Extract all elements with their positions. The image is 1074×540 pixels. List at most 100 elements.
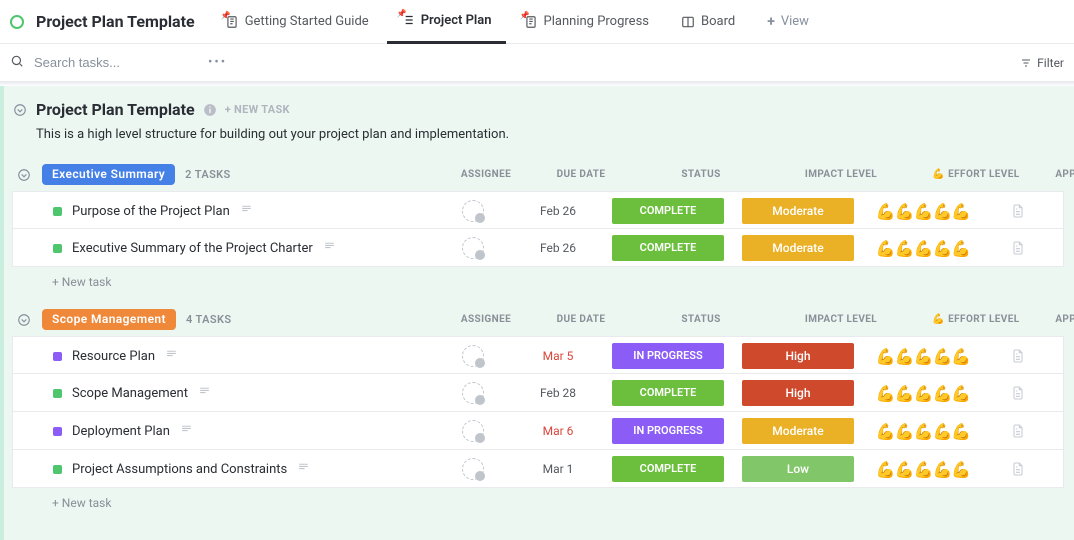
description-icon[interactable] [297, 461, 310, 478]
status-badge[interactable]: COMPLETE [612, 235, 724, 261]
task-name-cell: Executive Summary of the Project Charter [13, 240, 433, 257]
list-header: Project Plan Template + NEW TASK [12, 94, 1064, 123]
status-badge[interactable]: COMPLETE [612, 456, 724, 482]
add-view-button[interactable]: + View [753, 14, 823, 30]
task-name[interactable]: Executive Summary of the Project Charter [72, 241, 313, 256]
list-title: Project Plan Template [36, 100, 195, 119]
doc-icon: 📌 [524, 15, 538, 29]
col-status: STATUS [636, 169, 766, 180]
col-appendix: APPENDIX [1046, 169, 1074, 180]
assignee-placeholder-icon [462, 420, 484, 442]
status-badge[interactable]: IN PROGRESS [612, 418, 724, 444]
impact-badge[interactable]: Moderate [742, 198, 854, 224]
assignee-placeholder-icon [462, 382, 484, 404]
col-assignee: ASSIGNEE [446, 314, 526, 325]
status-square-icon[interactable] [53, 427, 62, 436]
assignee-placeholder-icon [462, 237, 484, 259]
assignee-placeholder-icon [462, 200, 484, 222]
tab-project-plan[interactable]: 📌 Project Plan [387, 0, 506, 44]
status-square-icon[interactable] [53, 207, 62, 216]
description-icon[interactable] [198, 385, 211, 402]
status-badge[interactable]: IN PROGRESS [612, 343, 724, 369]
task-row[interactable]: Resource Plan Mar 5 IN PROGRESS High 💪💪💪💪💪 [12, 336, 1064, 374]
group-badge[interactable]: Executive Summary [42, 164, 175, 185]
status-square-icon[interactable] [53, 465, 62, 474]
task-name[interactable]: Project Assumptions and Constraints [72, 462, 287, 477]
tab-board[interactable]: Board [667, 0, 749, 44]
status-square-icon[interactable] [53, 244, 62, 253]
assignee-cell[interactable] [433, 420, 513, 442]
new-task-button[interactable]: + New task [12, 488, 1064, 510]
task-name-cell: Deployment Plan [13, 423, 433, 440]
effort-level[interactable]: 💪💪💪💪💪 [863, 202, 983, 221]
effort-level[interactable]: 💪💪💪💪💪 [863, 460, 983, 479]
col-impact: IMPACT LEVEL [776, 314, 906, 325]
impact-badge[interactable]: Low [742, 456, 854, 482]
appendix-button[interactable] [983, 461, 1053, 477]
filter-button[interactable]: Filter [1020, 56, 1064, 70]
due-date[interactable]: Mar 1 [513, 462, 603, 476]
description-icon[interactable] [240, 203, 253, 220]
status-square-icon[interactable] [53, 389, 62, 398]
task-name[interactable]: Scope Management [72, 386, 188, 401]
info-icon[interactable] [203, 103, 217, 117]
description-icon[interactable] [165, 348, 178, 365]
impact-badge[interactable]: High [742, 343, 854, 369]
assignee-cell[interactable] [433, 382, 513, 404]
task-row[interactable]: Executive Summary of the Project Charter… [12, 229, 1064, 267]
status-badge[interactable]: COMPLETE [612, 380, 724, 406]
task-group: Executive Summary2 TASKSASSIGNEEDUE DATE… [12, 160, 1064, 289]
appendix-button[interactable] [983, 423, 1053, 439]
col-impact: IMPACT LEVEL [776, 169, 906, 180]
task-row[interactable]: Deployment Plan Mar 6 IN PROGRESS Moderate 💪… [12, 412, 1064, 450]
task-name[interactable]: Deployment Plan [72, 424, 170, 439]
task-count: 4 TASKS [186, 313, 232, 326]
assignee-cell[interactable] [433, 237, 513, 259]
new-task-button[interactable]: + New task [12, 267, 1064, 289]
appendix-button[interactable] [983, 348, 1053, 364]
appendix-button[interactable] [983, 203, 1053, 219]
impact-badge[interactable]: High [742, 380, 854, 406]
description-icon[interactable] [180, 423, 193, 440]
col-effort: 💪 EFFORT LEVEL [916, 169, 1036, 180]
effort-level[interactable]: 💪💪💪💪💪 [863, 384, 983, 403]
tab-planning-progress[interactable]: 📌 Planning Progress [510, 0, 663, 44]
effort-level[interactable]: 💪💪💪💪💪 [863, 239, 983, 258]
due-date[interactable]: Feb 28 [513, 386, 603, 400]
assignee-cell[interactable] [433, 345, 513, 367]
impact-badge[interactable]: Moderate [742, 418, 854, 444]
task-row[interactable]: Scope Management Feb 28 COMPLETE High 💪💪💪💪💪 [12, 374, 1064, 412]
description-icon[interactable] [323, 240, 336, 257]
collapse-list-button[interactable] [12, 102, 28, 118]
group-header: Executive Summary2 TASKSASSIGNEEDUE DATE… [12, 160, 1064, 191]
due-date[interactable]: Feb 26 [513, 204, 603, 218]
task-name[interactable]: Resource Plan [72, 349, 155, 364]
appendix-button[interactable] [983, 385, 1053, 401]
group-badge[interactable]: Scope Management [42, 309, 176, 330]
more-options-button[interactable]: ••• [204, 53, 231, 72]
assignee-cell[interactable] [433, 200, 513, 222]
task-row[interactable]: Purpose of the Project Plan Feb 26 COMPLET… [12, 191, 1064, 229]
assignee-cell[interactable] [433, 458, 513, 480]
task-row[interactable]: Project Assumptions and Constraints Mar 1… [12, 450, 1064, 488]
new-task-header-button[interactable]: + NEW TASK [225, 103, 290, 116]
assignee-placeholder-icon [462, 345, 484, 367]
due-date[interactable]: Mar 5 [513, 349, 603, 363]
effort-level[interactable]: 💪💪💪💪💪 [863, 422, 983, 441]
collapse-group-button[interactable] [16, 167, 32, 183]
effort-level[interactable]: 💪💪💪💪💪 [863, 347, 983, 366]
status-badge[interactable]: COMPLETE [612, 198, 724, 224]
tab-getting-started[interactable]: 📌 Getting Started Guide [211, 0, 383, 44]
col-due: DUE DATE [536, 169, 626, 180]
impact-badge[interactable]: Moderate [742, 235, 854, 261]
due-date[interactable]: Feb 26 [513, 241, 603, 255]
collapse-group-button[interactable] [16, 312, 32, 328]
col-due: DUE DATE [536, 314, 626, 325]
list-icon: 📌 [401, 13, 415, 27]
search-input[interactable] [34, 55, 194, 70]
brand-icon [10, 15, 24, 29]
appendix-button[interactable] [983, 240, 1053, 256]
due-date[interactable]: Mar 6 [513, 424, 603, 438]
status-square-icon[interactable] [53, 352, 62, 361]
task-name[interactable]: Purpose of the Project Plan [72, 204, 230, 219]
